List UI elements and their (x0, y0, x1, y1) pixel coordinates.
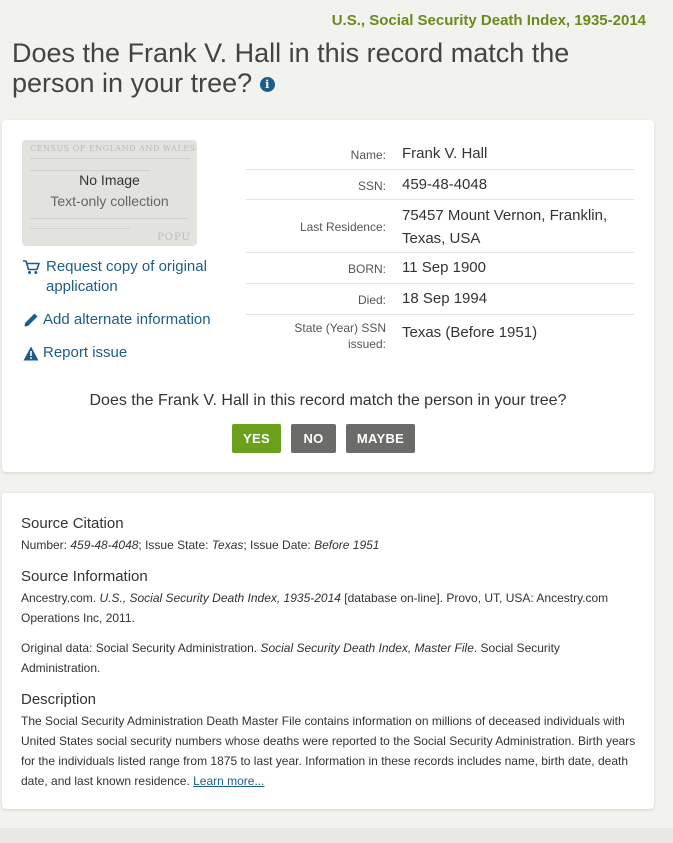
add-alternate-info-label: Add alternate information (43, 311, 211, 328)
collection-title[interactable]: U.S., Social Security Death Index, 1935-… (332, 12, 646, 29)
detail-label: Last Residence: (299, 220, 386, 234)
source-citation-heading: Source Citation (21, 515, 124, 532)
thumbnail-line (30, 158, 190, 159)
thumbnail-line (30, 228, 130, 229)
maybe-button[interactable]: MAYBE (346, 424, 415, 453)
detail-label: Died: (357, 293, 386, 307)
detail-label: State (Year) SSN issued: (294, 321, 386, 351)
page-title: Does the Frank V. Hall in this record ma… (12, 38, 612, 98)
detail-value: 75457 Mount Vernon, Franklin, Texas, USA (402, 207, 608, 247)
detail-row-ssn: SSN: 459-48-4048 (246, 170, 634, 200)
text-only-label: Text-only collection (50, 193, 169, 209)
description-body: The Social Security Administration Death… (21, 714, 636, 788)
no-button[interactable]: NO (291, 424, 336, 453)
thumbnail-line (30, 218, 188, 219)
source-citation-section: Source Citation Number: 459-48-4048; Iss… (21, 515, 636, 555)
yes-button[interactable]: YES (232, 424, 281, 453)
source-citation-text: Number: 459-48-4048; Issue State: Texas;… (21, 535, 636, 555)
record-details: Name: Frank V. Hall SSN: 459-48-4048 Las… (246, 140, 634, 355)
footer-band (0, 828, 673, 843)
citation-issue-state-label: ; Issue State: (138, 538, 212, 552)
detail-row-died: Died: 18 Sep 1994 (246, 284, 634, 315)
source-information-text: Ancestry.com. U.S., Social Security Deat… (21, 588, 636, 628)
request-copy-link[interactable]: Request copy of original application (21, 257, 216, 297)
citation-issue-date-label: ; Issue Date: (243, 538, 315, 552)
source-card: Source Citation Number: 459-48-4048; Iss… (2, 493, 654, 809)
original-data-title: Social Security Death Index, Master File (260, 641, 474, 655)
thumbnail-watermark-top: CENSUS OF ENGLAND AND WALES (30, 144, 196, 153)
detail-value: 459-48-4048 (402, 176, 488, 193)
detail-value: 11 Sep 1900 (402, 259, 486, 276)
learn-more-link[interactable]: Learn more... (193, 774, 264, 788)
citation-issue-date-value: Before 1951 (314, 538, 380, 552)
source-info-prefix: Ancestry.com. (21, 591, 100, 605)
source-information-heading: Source Information (21, 568, 148, 585)
page-title-text: Does the Frank V. Hall in this record ma… (12, 38, 570, 98)
thumbnail-line (30, 170, 150, 171)
pencil-icon (21, 310, 41, 330)
description-section: Description The Social Security Administ… (21, 691, 636, 791)
warning-icon (21, 343, 41, 363)
report-issue-label: Report issue (43, 344, 128, 361)
source-information-section: Source Information Ancestry.com. U.S., S… (21, 568, 636, 678)
match-question: Does the Frank V. Hall in this record ma… (89, 392, 567, 409)
citation-number-value: 459-48-4048 (70, 538, 139, 552)
detail-label: BORN: (347, 262, 386, 276)
thumbnail-watermark-bottom: POPU (157, 232, 191, 243)
original-data-prefix: Original data: Social Security Administr… (21, 641, 261, 655)
description-text: The Social Security Administration Death… (21, 711, 636, 791)
report-issue-link[interactable]: Report issue (21, 343, 127, 363)
info-icon[interactable]: i (259, 77, 275, 93)
citation-number-label: Number: (21, 538, 71, 552)
add-alternate-info-link[interactable]: Add alternate information (21, 310, 211, 330)
detail-value: Frank V. Hall (402, 145, 488, 162)
detail-row-last-residence: Last Residence: 75457 Mount Vernon, Fran… (246, 200, 634, 253)
detail-value: Texas (Before 1951) (402, 324, 538, 341)
record-thumbnail: CENSUS OF ENGLAND AND WALES No Image Tex… (22, 140, 197, 246)
detail-label: Name: (350, 148, 386, 162)
detail-value: 18 Sep 1994 (402, 290, 488, 307)
source-info-title: U.S., Social Security Death Index, 1935-… (99, 591, 341, 605)
detail-row-name: Name: Frank V. Hall (246, 140, 634, 170)
no-image-label: No Image (79, 172, 140, 188)
detail-row-born: BORN: 11 Sep 1900 (246, 253, 634, 284)
cart-icon (21, 257, 41, 277)
description-heading: Description (21, 691, 97, 708)
citation-issue-state-value: Texas (211, 538, 244, 552)
original-data-text: Original data: Social Security Administr… (21, 638, 636, 678)
detail-row-ssn-issued: State (Year) SSN issued: Texas (Before 1… (246, 315, 634, 355)
request-copy-label: Request copy of original application (46, 258, 207, 295)
record-match-card: CENSUS OF ENGLAND AND WALES No Image Tex… (2, 120, 654, 472)
detail-label: SSN: (357, 179, 386, 193)
